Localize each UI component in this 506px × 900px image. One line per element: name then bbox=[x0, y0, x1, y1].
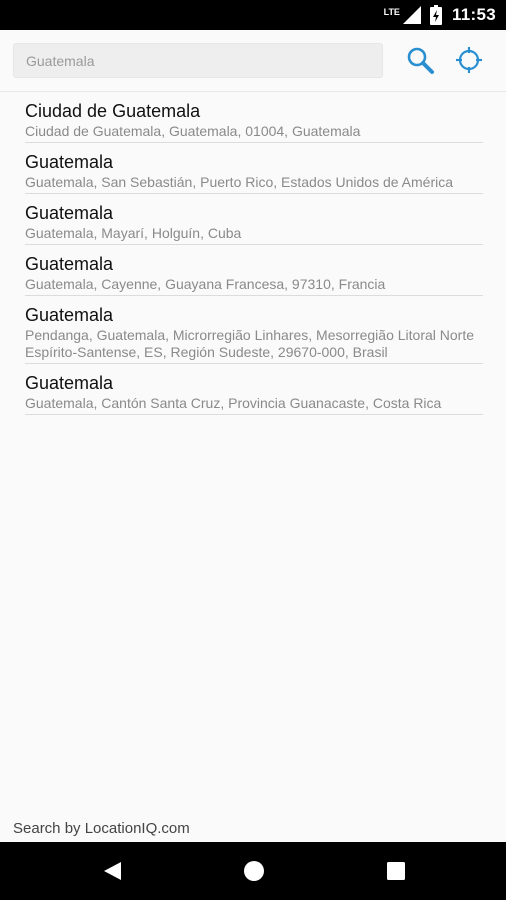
signal-icon bbox=[402, 6, 421, 24]
app-screen: LTE 11:53 Guatemala Ciudad de Guatemala … bbox=[0, 0, 506, 900]
result-title: Guatemala bbox=[25, 373, 114, 393]
search-button[interactable] bbox=[404, 44, 436, 76]
result-item[interactable]: Guatemala Pendanga, Guatemala, Microrreg… bbox=[25, 296, 483, 364]
result-item[interactable]: Guatemala Guatemala, Mayarí, Holguín, Cu… bbox=[25, 194, 483, 245]
search-input[interactable] bbox=[13, 43, 383, 78]
back-button[interactable] bbox=[97, 856, 127, 886]
result-title: Guatemala bbox=[25, 305, 114, 325]
search-icon bbox=[407, 47, 434, 74]
result-title: Ciudad de Guatemala bbox=[25, 101, 201, 121]
result-subtitle: Ciudad de Guatemala, Guatemala, 01004, G… bbox=[25, 123, 361, 139]
result-subtitle: Pendanga, Guatemala, Microrregião Linhar… bbox=[25, 327, 475, 360]
result-item[interactable]: Ciudad de Guatemala Ciudad de Guatemala,… bbox=[25, 92, 483, 143]
recents-square-icon bbox=[387, 862, 405, 880]
back-triangle-icon bbox=[104, 862, 121, 880]
battery-icon bbox=[429, 5, 442, 25]
result-title: Guatemala bbox=[25, 203, 114, 223]
result-subtitle: Guatemala, Cantón Santa Cruz, Provincia … bbox=[25, 395, 442, 411]
search-header bbox=[0, 30, 506, 92]
home-button[interactable] bbox=[239, 856, 269, 886]
results-list: Ciudad de Guatemala Ciudad de Guatemala,… bbox=[0, 92, 506, 415]
result-subtitle: Guatemala, Mayarí, Holguín, Cuba bbox=[25, 225, 242, 241]
navigation-bar bbox=[0, 842, 506, 900]
crosshair-icon bbox=[456, 47, 482, 73]
result-item[interactable]: Guatemala Guatemala, San Sebastián, Puer… bbox=[25, 143, 483, 194]
home-circle-icon bbox=[244, 861, 264, 881]
result-subtitle: Guatemala, Cayenne, Guayana Francesa, 97… bbox=[25, 276, 386, 292]
recents-button[interactable] bbox=[381, 856, 411, 886]
result-title: Guatemala bbox=[25, 254, 114, 274]
network-type: LTE bbox=[383, 7, 400, 17]
result-item[interactable]: Guatemala Guatemala, Cayenne, Guayana Fr… bbox=[25, 245, 483, 296]
result-item[interactable]: Guatemala Guatemala, Cantón Santa Cruz, … bbox=[25, 364, 483, 415]
clock: 11:53 bbox=[451, 5, 496, 24]
result-title: Guatemala bbox=[25, 152, 114, 172]
status-bar: LTE 11:53 bbox=[0, 0, 506, 30]
result-subtitle: Guatemala, San Sebastián, Puerto Rico, E… bbox=[25, 174, 454, 190]
locate-button[interactable] bbox=[453, 44, 485, 76]
attribution-text: Search by LocationIQ.com bbox=[13, 820, 190, 837]
